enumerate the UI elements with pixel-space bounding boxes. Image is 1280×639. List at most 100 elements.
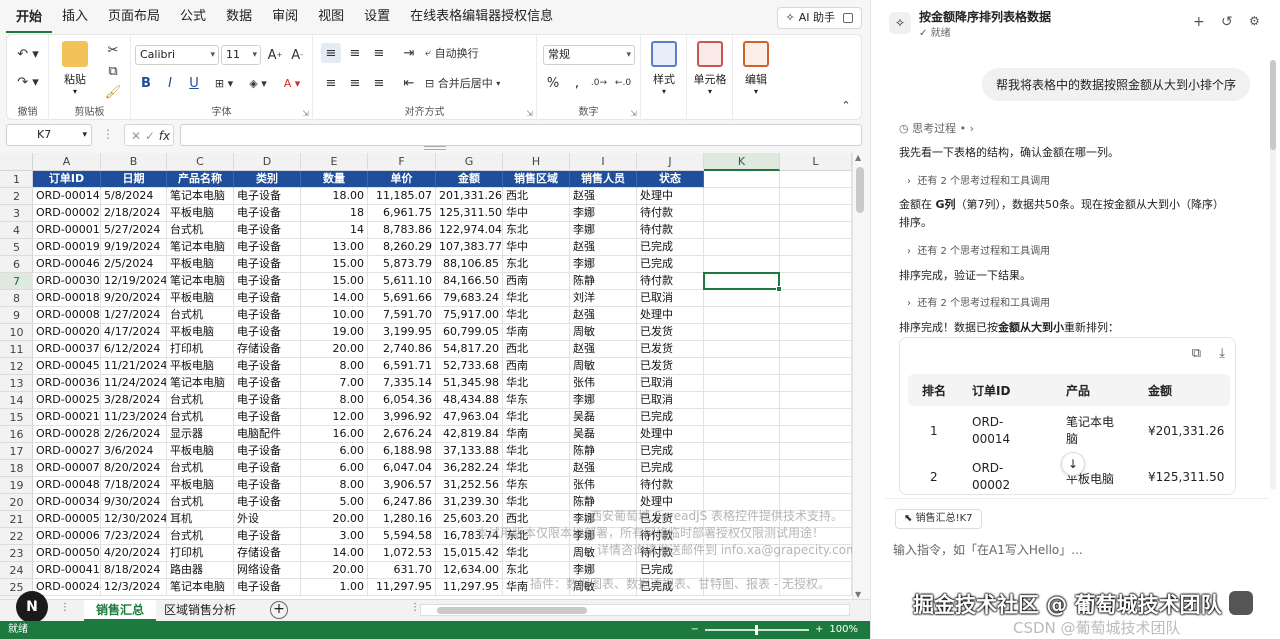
select-all-corner[interactable] [0, 153, 33, 171]
cell[interactable] [704, 188, 780, 205]
cell[interactable]: 19.00 [301, 324, 368, 341]
send-button[interactable] [1229, 591, 1253, 615]
confirm-icon[interactable]: ✓ [145, 129, 155, 143]
cell[interactable] [704, 222, 780, 239]
cell[interactable]: 李娜 [570, 205, 637, 222]
cell[interactable]: 华北 [503, 307, 570, 324]
cell[interactable]: 已发货 [637, 324, 704, 341]
column-header[interactable]: E [301, 153, 368, 171]
cell[interactable]: 平板电脑 [167, 477, 234, 494]
zoom-out-icon[interactable]: − [691, 621, 699, 639]
sheet-nav-icon[interactable]: ⋮ [60, 602, 70, 613]
cell[interactable]: 1/27/2024 [101, 307, 167, 324]
row-header[interactable]: 10 [0, 324, 33, 341]
row-header[interactable]: 18 [0, 460, 33, 477]
cell[interactable]: ORD-00002 [33, 205, 101, 222]
cell[interactable]: 15.00 [301, 273, 368, 290]
editing-button[interactable]: 编辑 ▾ [736, 41, 776, 96]
cell[interactable]: 平板电脑 [167, 358, 234, 375]
cell[interactable]: 51,345.98 [436, 375, 503, 392]
cell[interactable]: 9/20/2024 [101, 290, 167, 307]
cell[interactable]: ORD-00034 [33, 494, 101, 511]
horizontal-scrollbar[interactable] [420, 604, 850, 616]
cell[interactable]: 7/18/2024 [101, 477, 167, 494]
header-cell[interactable]: 状态 [637, 171, 704, 188]
cell[interactable]: 耳机 [167, 511, 234, 528]
cell[interactable]: 84,166.50 [436, 273, 503, 290]
panel-scrollbar[interactable] [1270, 60, 1276, 490]
cell[interactable] [780, 392, 852, 409]
header-cell[interactable]: 销售人员 [570, 171, 637, 188]
cell[interactable]: 14 [301, 222, 368, 239]
cell[interactable]: 8.00 [301, 392, 368, 409]
cell[interactable]: 华北 [503, 460, 570, 477]
cell[interactable]: 华北 [503, 375, 570, 392]
tab-insert[interactable]: 插入 [52, 0, 98, 34]
column-header[interactable]: F [368, 153, 436, 171]
cell[interactable]: 华东 [503, 392, 570, 409]
tab-license-info[interactable]: 在线表格编辑器授权信息 [400, 0, 563, 34]
cell[interactable]: 75,917.00 [436, 307, 503, 324]
cell[interactable]: 1,072.53 [368, 545, 436, 562]
cell[interactable]: 12/19/2024 [101, 273, 167, 290]
cell[interactable]: 11/24/2024 [101, 375, 167, 392]
zoom-slider-knob[interactable] [755, 625, 759, 635]
scroll-up-icon[interactable]: ▲ [855, 153, 861, 162]
row-header[interactable]: 15 [0, 409, 33, 426]
tab-settings[interactable]: 设置 [354, 0, 400, 34]
cell[interactable]: 8,783.86 [368, 222, 436, 239]
cell[interactable]: 2/5/2024 [101, 256, 167, 273]
comma-icon[interactable]: , [567, 73, 587, 93]
cell[interactable] [704, 426, 780, 443]
cell[interactable]: 西北 [503, 188, 570, 205]
collapse-ribbon-icon[interactable]: ⌃ [837, 97, 855, 113]
cell[interactable]: 11/23/2024 [101, 409, 167, 426]
styles-button[interactable]: 样式 ▾ [644, 41, 684, 96]
align-right-icon[interactable]: ≡ [369, 73, 389, 93]
cell[interactable]: 14.00 [301, 290, 368, 307]
cell[interactable]: ORD-00020 [33, 324, 101, 341]
cell[interactable]: 7,335.14 [368, 375, 436, 392]
cell[interactable]: ORD-00027 [33, 443, 101, 460]
align-left-icon[interactable]: ≡ [321, 73, 341, 93]
underline-icon[interactable]: U [185, 73, 203, 93]
cell[interactable]: 5/27/2024 [101, 222, 167, 239]
cell[interactable]: 3.00 [301, 528, 368, 545]
cell[interactable]: 2/18/2024 [101, 205, 167, 222]
cell[interactable]: 6,054.36 [368, 392, 436, 409]
alignment-dialog-launcher-icon[interactable]: ⇲ [526, 109, 533, 118]
cell[interactable]: 37,133.88 [436, 443, 503, 460]
cell[interactable]: 54,817.20 [436, 341, 503, 358]
cell[interactable] [704, 375, 780, 392]
cell[interactable]: 李娜 [570, 222, 637, 239]
tab-review[interactable]: 审阅 [262, 0, 308, 34]
cell[interactable]: 已完成 [637, 239, 704, 256]
cell[interactable]: ORD-00036 [33, 375, 101, 392]
cell[interactable] [704, 290, 780, 307]
cell[interactable]: 9/30/2024 [101, 494, 167, 511]
cell[interactable]: 台式机 [167, 392, 234, 409]
italic-icon[interactable]: I [161, 73, 179, 93]
cell[interactable]: 刘洋 [570, 290, 637, 307]
column-header[interactable]: A [33, 153, 101, 171]
cell[interactable]: 台式机 [167, 460, 234, 477]
cell[interactable]: 处理中 [637, 188, 704, 205]
n-badge-icon[interactable]: N [16, 591, 48, 623]
cell[interactable] [704, 307, 780, 324]
cell[interactable]: ORD-00018 [33, 290, 101, 307]
cell[interactable]: 西南 [503, 358, 570, 375]
vertical-scrollbar[interactable]: ▲ ▼ [852, 153, 866, 599]
cell[interactable]: 48,434.88 [436, 392, 503, 409]
cell[interactable]: ORD-00045 [33, 358, 101, 375]
align-middle-icon[interactable]: ≡ [345, 43, 365, 63]
indent-icon[interactable]: ⇥ [399, 43, 419, 63]
cell[interactable]: 已完成 [637, 256, 704, 273]
cell[interactable]: 14.00 [301, 545, 368, 562]
row-header[interactable]: 9 [0, 307, 33, 324]
cell[interactable]: 显示器 [167, 426, 234, 443]
cell[interactable]: 周敏 [570, 358, 637, 375]
cell[interactable]: 吴磊 [570, 426, 637, 443]
cell[interactable]: ORD-00028 [33, 426, 101, 443]
cell[interactable]: 东北 [503, 222, 570, 239]
scroll-down-icon[interactable]: ▼ [855, 590, 861, 599]
